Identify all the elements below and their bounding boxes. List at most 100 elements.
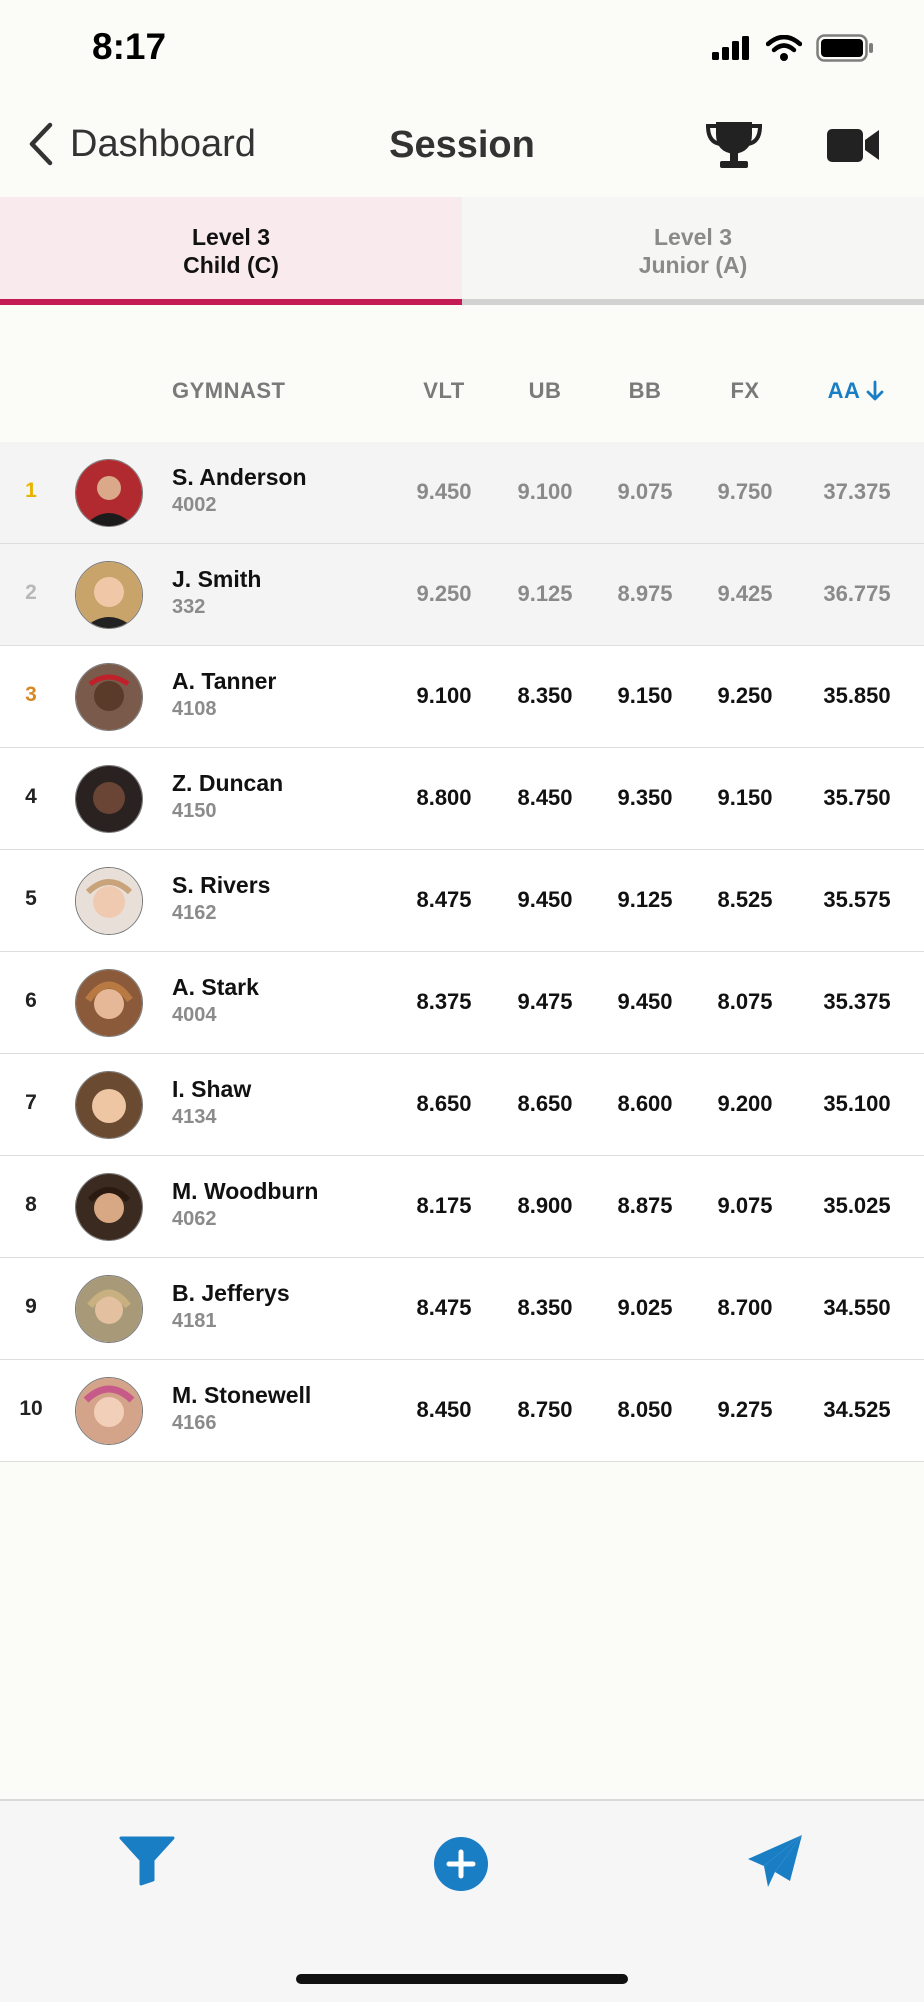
avatar	[75, 561, 143, 629]
tab-line2: Junior (A)	[638, 252, 748, 278]
score-uneven-bars: 8.900	[517, 1193, 573, 1218]
score-uneven-bars: 9.100	[517, 479, 573, 504]
header-gymnast[interactable]: GYMNAST	[172, 378, 286, 404]
score-balance-beam: 8.975	[617, 581, 673, 606]
score-floor: 9.075	[717, 1193, 773, 1218]
score-balance-beam: 9.450	[617, 989, 673, 1014]
add-button[interactable]	[433, 1836, 489, 1897]
rank: 5	[25, 887, 37, 910]
tab-level3-child[interactable]: Level 3 Child (C)	[0, 197, 462, 305]
gymnast-number: 4181	[172, 1310, 217, 1332]
avatar	[75, 1377, 143, 1445]
score-balance-beam: 9.025	[617, 1295, 673, 1320]
rank: 1	[25, 479, 37, 502]
score-all-around: 35.025	[823, 1193, 891, 1218]
column-header-row: GYMNAST VLT UB BB FX AA	[0, 305, 924, 443]
results-list: 1 S. Anderson 4002 9.450 9.100 9.075 9.7…	[0, 442, 924, 1462]
rank: 9	[25, 1295, 37, 1318]
gymnast-name: B. Jefferys	[172, 1280, 290, 1306]
score-floor: 9.750	[717, 479, 773, 504]
avatar	[75, 459, 143, 527]
back-button[interactable]: Dashboard	[28, 122, 256, 166]
score-uneven-bars: 9.475	[517, 989, 573, 1014]
gymnast-name: I. Shaw	[172, 1076, 252, 1102]
score-balance-beam: 8.875	[617, 1193, 673, 1218]
score-floor: 9.275	[717, 1397, 773, 1422]
score-floor: 8.075	[717, 989, 773, 1014]
score-uneven-bars: 8.650	[517, 1091, 573, 1116]
score-uneven-bars: 8.750	[517, 1397, 573, 1422]
gymnast-number: 4004	[172, 1004, 217, 1026]
score-floor: 9.425	[717, 581, 773, 606]
score-floor: 8.700	[717, 1295, 773, 1320]
status-time: 8:17	[92, 26, 167, 67]
score-vault: 8.650	[416, 1091, 472, 1116]
rank: 6	[25, 989, 37, 1012]
send-button[interactable]	[746, 1833, 804, 1894]
score-vault: 8.175	[416, 1193, 472, 1218]
table-row[interactable]: 2 J. Smith 332 9.250 9.125 8.975 9.425 3…	[0, 544, 924, 646]
table-row[interactable]: 1 S. Anderson 4002 9.450 9.100 9.075 9.7…	[0, 442, 924, 544]
table-row[interactable]: 10 M. Stonewell 4166 8.450 8.750 8.050 9…	[0, 1360, 924, 1462]
header-vault[interactable]: VLT	[399, 378, 489, 404]
gymnast-name: A. Stark	[172, 974, 259, 1000]
score-floor: 9.250	[717, 683, 773, 708]
table-row[interactable]: 4 Z. Duncan 4150 8.800 8.450 9.350 9.150…	[0, 748, 924, 850]
gymnast-name: Z. Duncan	[172, 770, 284, 796]
gymnast-number: 4166	[172, 1412, 217, 1434]
chevron-left-icon	[29, 122, 53, 166]
plus-circle-icon	[434, 1837, 488, 1891]
table-row[interactable]: 7 I. Shaw 4134 8.650 8.650 8.600 9.200 3…	[0, 1054, 924, 1156]
rank: 7	[25, 1091, 37, 1114]
table-row[interactable]: 3 A. Tanner 4108 9.100 8.350 9.150 9.250…	[0, 646, 924, 748]
rank: 8	[25, 1193, 37, 1216]
filter-icon	[119, 1836, 175, 1886]
score-vault: 9.450	[416, 479, 472, 504]
score-all-around: 34.525	[823, 1397, 891, 1422]
trophy-icon	[705, 122, 763, 168]
score-all-around: 37.375	[823, 479, 891, 504]
score-vault: 9.100	[416, 683, 472, 708]
table-row[interactable]: 9 B. Jefferys 4181 8.475 8.350 9.025 8.7…	[0, 1258, 924, 1360]
rank: 3	[25, 683, 37, 706]
avatar	[75, 663, 143, 731]
score-all-around: 35.750	[823, 785, 891, 810]
table-row[interactable]: 5 S. Rivers 4162 8.475 9.450 9.125 8.525…	[0, 850, 924, 952]
video-button[interactable]	[826, 126, 880, 169]
gymnast-name: A. Tanner	[172, 668, 277, 694]
score-all-around: 35.575	[823, 887, 891, 912]
score-uneven-bars: 9.125	[517, 581, 573, 606]
score-vault: 9.250	[416, 581, 472, 606]
score-vault: 8.800	[416, 785, 472, 810]
score-vault: 8.450	[416, 1397, 472, 1422]
header-uneven-bars[interactable]: UB	[500, 378, 590, 404]
table-row[interactable]: 8 M. Woodburn 4062 8.175 8.900 8.875 9.0…	[0, 1156, 924, 1258]
tab-level3-junior[interactable]: Level 3 Junior (A)	[462, 197, 924, 305]
division-tabs: Level 3 Child (C) Level 3 Junior (A)	[0, 197, 924, 305]
gymnast-name: J. Smith	[172, 566, 262, 592]
gymnast-number: 4002	[172, 494, 217, 516]
avatar	[75, 1173, 143, 1241]
tab-line1: Level 3	[654, 224, 732, 250]
score-balance-beam: 8.050	[617, 1397, 673, 1422]
avatar	[75, 765, 143, 833]
score-all-around: 34.550	[823, 1295, 891, 1320]
gymnast-number: 4162	[172, 902, 217, 924]
header-floor[interactable]: FX	[700, 378, 790, 404]
score-uneven-bars: 9.450	[517, 887, 573, 912]
header-balance-beam[interactable]: BB	[600, 378, 690, 404]
score-uneven-bars: 8.350	[517, 1295, 573, 1320]
navigation-bar: Dashboard Session	[0, 100, 924, 199]
gymnast-number: 4150	[172, 800, 217, 822]
home-indicator	[296, 1974, 628, 1984]
score-vault: 8.475	[416, 1295, 472, 1320]
score-balance-beam: 9.350	[617, 785, 673, 810]
table-row[interactable]: 6 A. Stark 4004 8.375 9.475 9.450 8.075 …	[0, 952, 924, 1054]
filter-button[interactable]	[118, 1834, 176, 1891]
header-all-around[interactable]: AA	[811, 378, 901, 404]
paper-plane-icon	[748, 1835, 802, 1887]
status-bar: 8:17	[0, 0, 924, 100]
trophy-button[interactable]	[705, 120, 763, 175]
score-vault: 8.375	[416, 989, 472, 1014]
score-floor: 9.150	[717, 785, 773, 810]
